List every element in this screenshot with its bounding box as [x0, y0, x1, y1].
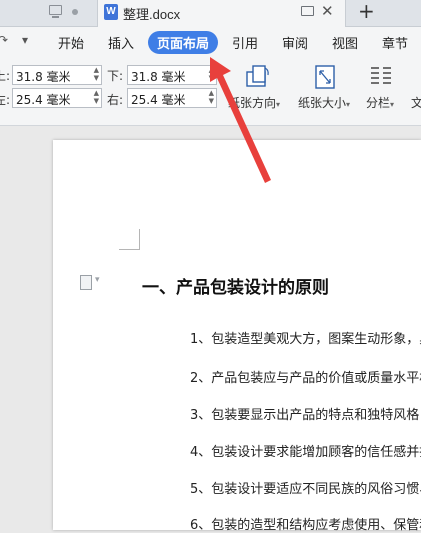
menu-bar: ↷ ▾ 开始 插入 页面布局 引用 审阅 视图 章节 [0, 27, 421, 57]
left-margin-label: 左: [0, 93, 11, 107]
word-doc-icon: W [104, 4, 118, 20]
left-margin-input[interactable]: 25.4 毫米 ▲ ▼ [12, 88, 102, 108]
menu-review[interactable]: 审阅 [282, 33, 308, 52]
text-direction-button[interactable]: 文 [411, 94, 421, 111]
new-tab-button[interactable]: + [358, 0, 375, 23]
document-tab-title: 整理.docx [123, 7, 181, 22]
monitor-icon[interactable] [49, 5, 62, 18]
previous-tab[interactable] [0, 0, 92, 26]
menu-start[interactable]: 开始 [58, 33, 84, 52]
menu-view[interactable]: 视图 [332, 33, 358, 52]
top-margin-label: 上: [0, 69, 11, 83]
section-heading: 一、产品包装设计的原则 [142, 278, 329, 298]
spinner-arrows-icon[interactable]: ▲ ▼ [209, 66, 214, 82]
tab-bar: W 整理.docx ✕ + [0, 0, 421, 27]
unsaved-dot-icon [72, 9, 78, 15]
document-canvas [0, 126, 421, 530]
right-margin-input[interactable]: 25.4 毫米 ▲ ▼ [127, 88, 217, 108]
menu-sections[interactable]: 章节 [382, 33, 408, 52]
list-item: 2、产品包装应与产品的价值或质量水平相 [190, 371, 421, 386]
menu-insert[interactable]: 插入 [108, 33, 134, 52]
bottom-margin-label: 下: [107, 69, 124, 83]
list-item: 4、包装设计要求能增加顾客的信任感并指 [190, 445, 421, 460]
menu-references[interactable]: 引用 [232, 33, 258, 52]
columns-icon [371, 67, 391, 84]
monitor-icon[interactable] [301, 6, 314, 16]
right-margin-label: 右: [107, 93, 124, 107]
paper-size-icon [315, 65, 335, 89]
list-item: 3、包装要显示出产品的特点和独特风格， [190, 408, 421, 423]
list-item: 6、包装的造型和结构应考虑使用、保管和 [190, 518, 421, 533]
spinner-arrows-icon[interactable]: ▲ ▼ [94, 89, 99, 105]
spinner-arrows-icon[interactable]: ▲ ▼ [94, 66, 99, 82]
bottom-margin-input[interactable]: 31.8 毫米 ▲ ▼ [127, 65, 217, 85]
list-item: 1、包装造型美观大方，图案生动形象，具 [190, 332, 421, 347]
list-item: 5、包装设计要适应不同民族的风俗习惯、 [190, 482, 421, 497]
close-tab-icon[interactable]: ✕ [321, 2, 334, 20]
orientation-icon [246, 65, 269, 87]
customize-toolbar-icon[interactable]: ▾ [22, 33, 28, 47]
spinner-arrows-icon[interactable]: ▲ ▼ [209, 89, 214, 105]
page-margin-corner-mark [119, 229, 140, 250]
ribbon-page-layout: 上: 31.8 毫米 ▲ ▼ 下: 31.8 毫米 ▲ ▼ 左: 25.4 毫米 ▲… [0, 57, 421, 126]
redo-icon[interactable]: ↷ [0, 33, 8, 47]
menu-page-layout[interactable]: 页面布局 [148, 31, 219, 54]
paragraph-layout-icon[interactable] [80, 275, 100, 290]
document-tab[interactable]: W 整理.docx ✕ [97, 0, 346, 27]
top-margin-input[interactable]: 31.8 毫米 ▲ ▼ [12, 65, 102, 85]
